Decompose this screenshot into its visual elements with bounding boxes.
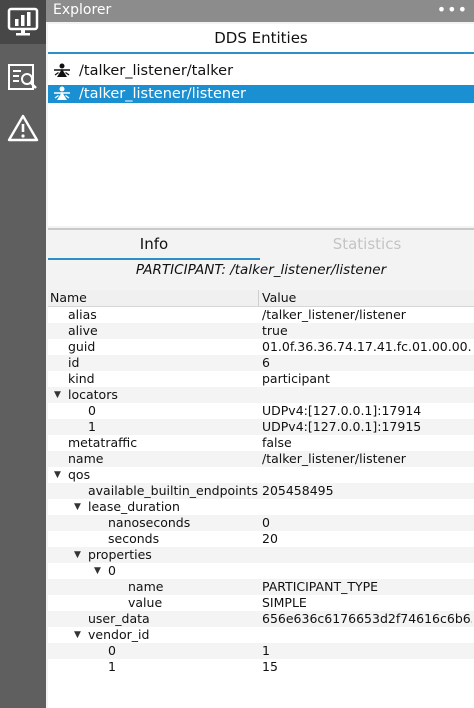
row-value: PARTICIPANT_TYPE <box>262 579 379 594</box>
tree-row[interactable]: user_data 656e636c6176653d2f74616c6b6572 <box>48 611 474 627</box>
row-key: 1 <box>108 659 116 674</box>
tree-row[interactable]: guid 01.0f.36.36.74.17.41.fc.01.00.00.00|… <box>48 339 474 355</box>
entity-item-talker[interactable]: /talker_listener/talker <box>48 62 474 80</box>
warning-button[interactable] <box>0 108 46 148</box>
tree-row[interactable]: alias/talker_listener/listener <box>48 307 474 323</box>
splitter-handle[interactable] <box>48 228 474 230</box>
tree-row[interactable]: value SIMPLE <box>48 595 474 611</box>
row-value: 01.0f.36.36.74.17.41.fc.01.00.00.00|0.0.… <box>262 339 472 354</box>
search-document-button[interactable] <box>0 58 46 98</box>
row-value: true <box>262 323 288 338</box>
participant-icon <box>54 63 70 77</box>
row-key: kind <box>68 371 95 386</box>
tree-row[interactable]: metatraffic false <box>48 435 474 451</box>
row-key: available_builtin_endpoints <box>88 483 258 498</box>
dds-entities-header: DDS Entities <box>48 24 474 54</box>
row-key: 0 <box>108 563 116 578</box>
row-key: lease_duration <box>88 499 180 514</box>
row-key: properties <box>88 547 152 562</box>
row-key: guid <box>68 339 96 354</box>
tree-row[interactable]: 1 UDPv4:[127.0.0.1]:17915 <box>48 419 474 435</box>
tree-row[interactable]: ▼ properties <box>48 547 474 563</box>
row-value: participant <box>262 371 330 386</box>
tree-row[interactable]: id 6 <box>48 355 474 371</box>
expand-arrow-icon[interactable]: ▼ <box>94 563 101 579</box>
row-key: vendor_id <box>88 627 150 642</box>
monitor-chart-icon <box>7 7 39 36</box>
info-tabs: Info Statistics <box>48 232 474 260</box>
row-key: value <box>128 595 163 610</box>
tree-row[interactable]: ▼ qos <box>48 467 474 483</box>
tree-row[interactable]: nanoseconds 0 <box>48 515 474 531</box>
row-key: nanoseconds <box>108 515 191 530</box>
tree-row[interactable]: ▼ vendor_id <box>48 627 474 643</box>
entity-label: /talker_listener/talker <box>79 63 234 79</box>
row-key: metatraffic <box>68 435 138 450</box>
row-value: UDPv4:[127.0.0.1]:17914 <box>262 403 422 418</box>
entity-item-listener[interactable]: /talker_listener/listener <box>48 85 474 103</box>
tree-row[interactable]: 1 15 <box>48 659 474 675</box>
dds-entities-panel: DDS Entities /talker_listener/talker /ta… <box>48 24 474 226</box>
tree-row[interactable]: ▼ locators <box>48 387 474 403</box>
row-key: user_data <box>88 611 150 626</box>
tree-row[interactable]: 0 UDPv4:[127.0.0.1]:17914 <box>48 403 474 419</box>
participant-icon <box>54 86 70 100</box>
tree-row[interactable]: ▼ 0 <box>48 563 474 579</box>
row-key: qos <box>68 467 91 482</box>
expand-arrow-icon[interactable]: ▼ <box>54 467 61 483</box>
row-key: id <box>68 355 80 370</box>
sidebar <box>0 0 46 708</box>
monitor-chart-button[interactable] <box>0 0 46 44</box>
row-value: /talker_listener/listener <box>262 307 406 322</box>
row-value: 656e636c6176653d2f74616c6b6572 <box>262 611 472 626</box>
more-menu-icon[interactable]: ••• <box>437 0 468 19</box>
tree-row[interactable]: seconds 20 <box>48 531 474 547</box>
row-value: 205458495 <box>262 483 334 498</box>
row-value: false <box>262 435 292 450</box>
tree-row[interactable]: kind participant <box>48 371 474 387</box>
row-value: SIMPLE <box>262 595 307 610</box>
tree-row[interactable]: available_builtin_endpoints 205458495 <box>48 483 474 499</box>
row-value: UDPv4:[127.0.0.1]:17915 <box>262 419 422 434</box>
row-value: 1 <box>262 643 270 658</box>
entity-label: /talker_listener/listener <box>79 86 246 102</box>
row-value: 6 <box>262 355 270 370</box>
column-header-name[interactable]: Name <box>50 290 87 306</box>
expand-arrow-icon[interactable]: ▼ <box>74 627 81 643</box>
row-value: /talker_listener/listener <box>262 451 406 466</box>
column-separator[interactable] <box>258 290 259 306</box>
tree-row[interactable]: name/talker_listener/listener <box>48 451 474 467</box>
row-key: seconds <box>108 531 160 546</box>
tree-row[interactable]: ▼ lease_duration <box>48 499 474 515</box>
search-document-icon <box>8 64 37 90</box>
row-value: 20 <box>262 531 278 546</box>
row-key: 0 <box>88 403 96 418</box>
explorer-panel: Explorer ••• DDS Entities /talker_listen… <box>46 0 474 708</box>
row-value: 15 <box>262 659 278 674</box>
info-tree: Name Value alias/talker_listener/listene… <box>48 290 474 708</box>
row-value: 0 <box>262 515 270 530</box>
expand-arrow-icon[interactable]: ▼ <box>74 499 81 515</box>
expand-arrow-icon[interactable]: ▼ <box>74 547 81 563</box>
column-header-value[interactable]: Value <box>262 290 296 306</box>
row-key: alias <box>68 307 97 322</box>
tree-row[interactable]: name PARTICIPANT_TYPE <box>48 579 474 595</box>
explorer-title: Explorer <box>53 2 112 18</box>
tree-header: Name Value <box>48 290 474 307</box>
tab-statistics[interactable]: Statistics <box>260 232 474 258</box>
tab-info[interactable]: Info <box>48 232 260 260</box>
row-key: name <box>128 579 164 594</box>
participant-title: PARTICIPANT: /talker_listener/listener <box>135 262 387 278</box>
row-key: 1 <box>88 419 96 434</box>
expand-arrow-icon[interactable]: ▼ <box>54 387 61 403</box>
tree-row[interactable]: alive true <box>48 323 474 339</box>
explorer-titlebar: Explorer ••• <box>46 0 474 22</box>
row-key: alive <box>68 323 98 338</box>
row-key: 0 <box>108 643 116 658</box>
warning-icon <box>7 114 39 142</box>
tree-row[interactable]: 01 <box>48 643 474 659</box>
row-key: name <box>68 451 104 466</box>
row-key: locators <box>68 387 118 402</box>
